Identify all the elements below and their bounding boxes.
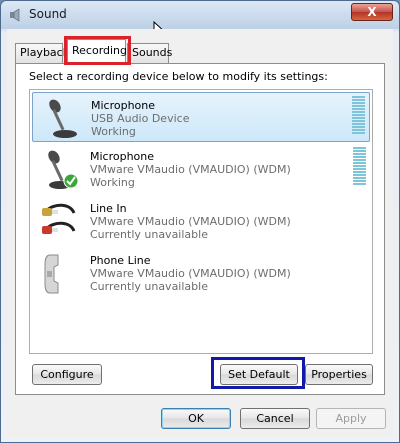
device-name: Line In xyxy=(90,202,127,215)
ok-button[interactable]: OK xyxy=(161,408,231,429)
device-description: VMware VMaudio (VMAUDIO) (WDM) xyxy=(90,215,291,228)
dialog-client-area: Playback Recording Sounds Select a recor… xyxy=(7,29,393,437)
configure-button[interactable]: Configure xyxy=(32,364,102,385)
device-name: Phone Line xyxy=(90,254,151,267)
line-in-cable-icon xyxy=(42,203,76,234)
device-name: Microphone xyxy=(90,150,155,163)
title-bar[interactable]: Sound X xyxy=(1,1,399,29)
device-row-phone-line[interactable]: Phone Line VMware VMaudio (VMAUDIO) (WDM… xyxy=(32,248,370,298)
device-row-line-in[interactable]: Line In VMware VMaudio (VMAUDIO) (WDM) C… xyxy=(32,196,370,246)
device-description: VMware VMaudio (VMAUDIO) (WDM) xyxy=(90,163,291,176)
device-status: Working xyxy=(90,176,135,189)
sound-dialog: Sound X Playback Recording Sounds Select… xyxy=(0,0,400,443)
device-status: Currently unavailable xyxy=(90,280,208,293)
device-name: Microphone xyxy=(91,99,156,112)
device-row-vmware-microphone[interactable]: Microphone VMware VMaudio (VMAUDIO) (WDM… xyxy=(32,144,370,194)
device-status: Currently unavailable xyxy=(90,228,208,241)
microphone-default-icon xyxy=(48,150,79,189)
device-description: USB Audio Device xyxy=(91,112,190,125)
device-status: Working xyxy=(91,125,136,138)
device-description: VMware VMaudio (VMAUDIO) (WDM) xyxy=(90,267,291,280)
close-button[interactable]: X xyxy=(351,3,393,21)
level-meter xyxy=(352,96,365,138)
device-row-usb-microphone[interactable]: Microphone USB Audio Device Working xyxy=(32,92,370,142)
instructions-text: Select a recording device below to modif… xyxy=(29,70,328,83)
speaker-icon xyxy=(10,8,20,22)
recording-panel: Select a recording device below to modif… xyxy=(15,63,385,395)
properties-button[interactable]: Properties xyxy=(305,364,373,385)
apply-button[interactable]: Apply xyxy=(316,408,386,429)
window-title: Sound xyxy=(29,7,67,21)
recording-device-list[interactable]: Microphone USB Audio Device Working Micr… xyxy=(29,89,373,354)
set-default-button[interactable]: Set Default xyxy=(220,364,298,385)
tab-recording[interactable]: Recording xyxy=(67,39,127,64)
tab-sounds[interactable]: Sounds xyxy=(127,43,172,63)
phone-handset-icon xyxy=(44,254,59,294)
tab-playback[interactable]: Playback xyxy=(15,43,69,63)
microphone-icon xyxy=(49,99,77,138)
cancel-button[interactable]: Cancel xyxy=(240,408,310,429)
level-meter xyxy=(353,147,366,189)
